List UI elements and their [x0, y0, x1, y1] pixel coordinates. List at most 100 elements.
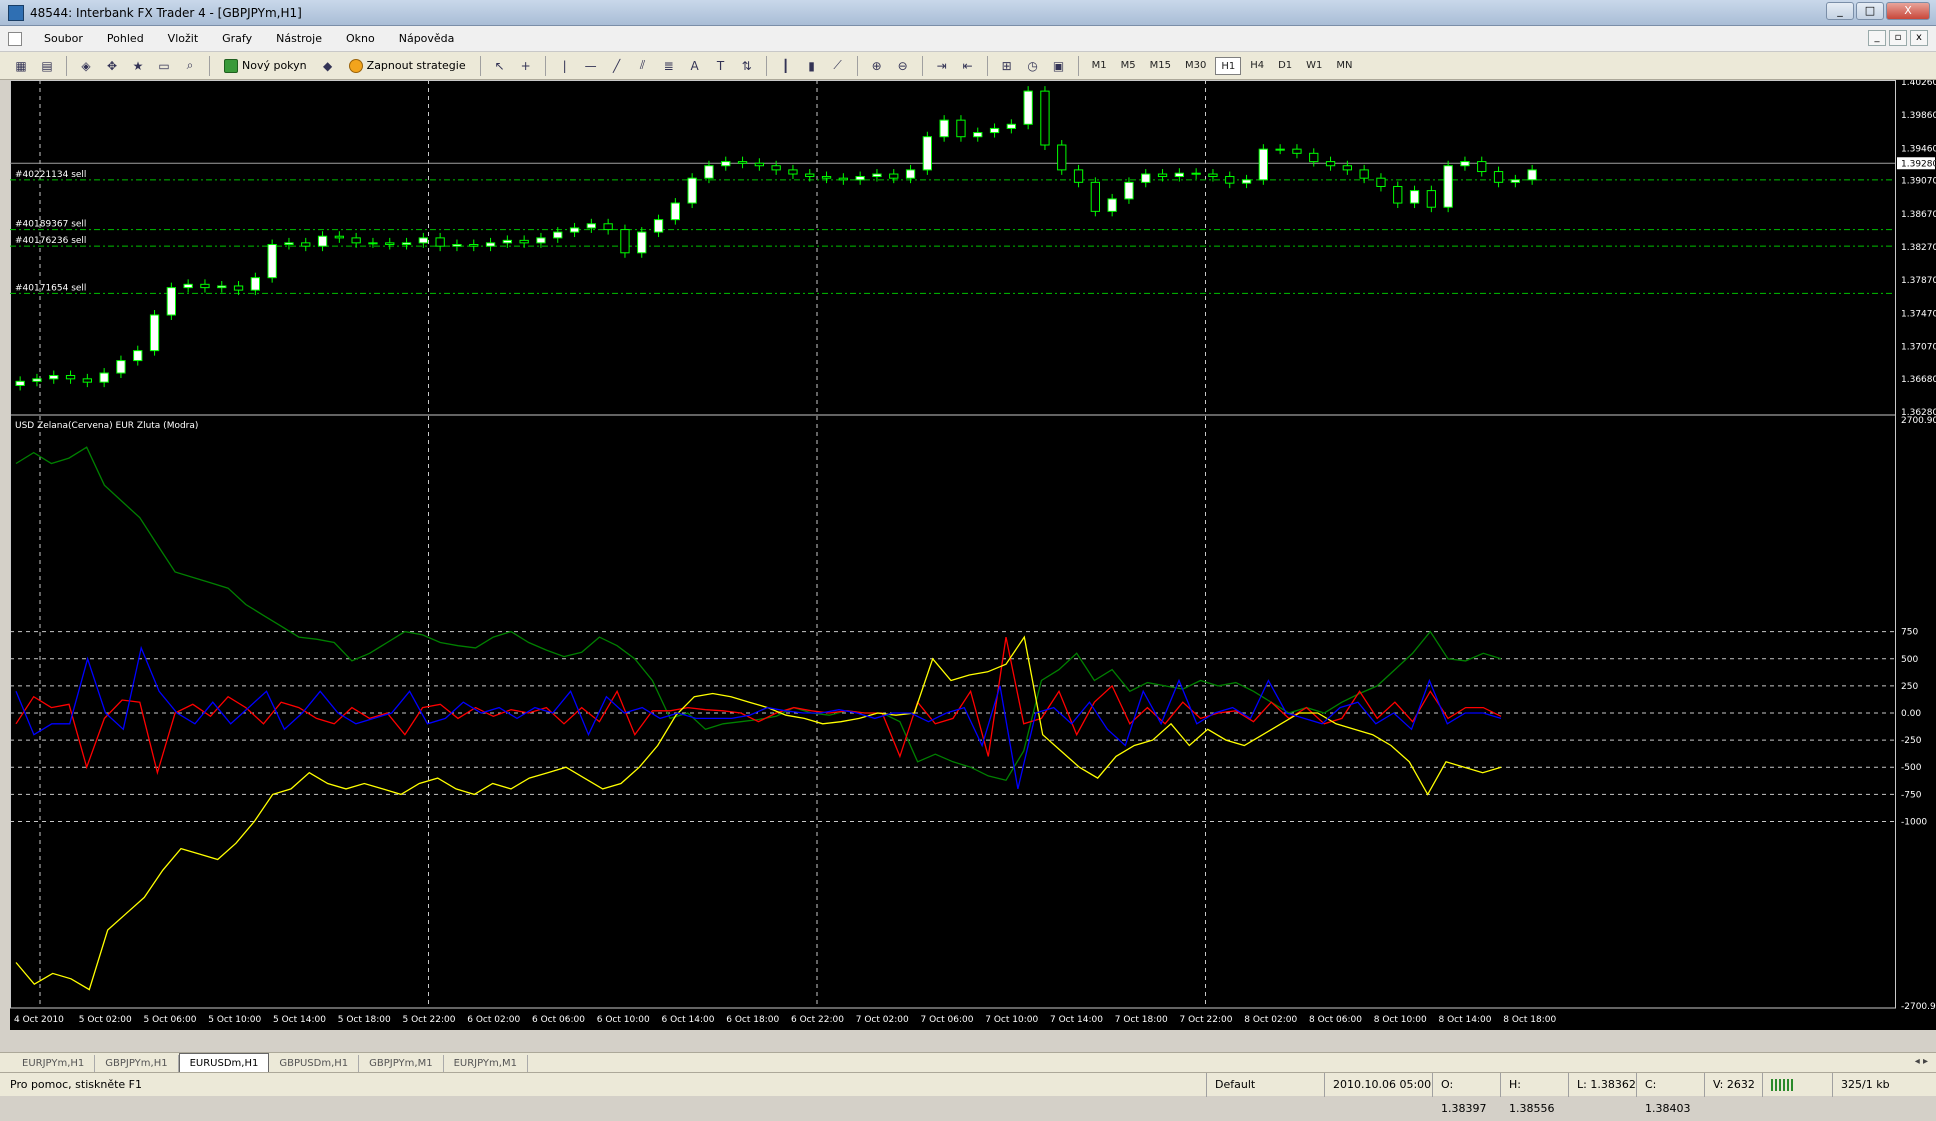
chart-shift-icon[interactable]: ⇤ [957, 55, 979, 77]
candle-body [670, 202, 681, 221]
candle-body [65, 375, 76, 380]
timeframe-d1[interactable]: D1 [1273, 57, 1297, 75]
timeframe-m30[interactable]: M30 [1180, 57, 1211, 75]
blue-series-line [15, 645, 1502, 790]
status-traffic: 325/1 kb [1832, 1073, 1932, 1097]
new-order-icon [224, 58, 238, 73]
mdi-close-button[interactable]: x [1910, 30, 1928, 46]
tab-gbpusdm-h1[interactable]: GBPUSDm,H1 [269, 1055, 360, 1072]
channel-icon[interactable]: ⫽ [632, 55, 654, 77]
candle-body [1376, 177, 1386, 187]
menu-vlozit[interactable]: Vložit [156, 32, 210, 45]
usd-series-line [15, 446, 1502, 782]
candle-body [838, 177, 849, 181]
time-tick-label: 6 Oct 10:00 [597, 1015, 650, 1025]
tab-gbpjpym-m1[interactable]: GBPJPYm,M1 [359, 1055, 444, 1072]
time-tick-label: 6 Oct 14:00 [662, 1015, 715, 1025]
arrows-icon[interactable]: ⇅ [736, 55, 758, 77]
navigator-icon[interactable]: ✥ [101, 55, 123, 77]
candle-body [1309, 152, 1319, 163]
menu-napoveda[interactable]: Nápověda [387, 32, 467, 45]
autoscroll-icon[interactable]: ⇥ [931, 55, 953, 77]
status-open: O: 1.38397 [1432, 1073, 1500, 1115]
zoom-in-icon[interactable]: ⊕ [866, 55, 888, 77]
bar-chart-icon[interactable]: ┃ [775, 55, 797, 77]
status-connection [1762, 1073, 1832, 1097]
new-chart-icon[interactable]: ▦ [10, 55, 32, 77]
candle-body [805, 173, 815, 178]
price-tick-label: 1.37870 [1901, 276, 1936, 286]
strategy-button[interactable]: Zapnout strategie [343, 55, 472, 77]
chart-canvas[interactable]: 4 Oct 2010 5 Oct 02:00 5 Oct 06:00 5 Oct 10… [10, 80, 1936, 1030]
timeframe-h1[interactable]: H1 [1215, 56, 1242, 75]
candle-body [183, 283, 193, 289]
candle-body [351, 237, 361, 244]
menu-bar: Soubor Pohled Vložit Grafy Nástroje Okno… [0, 26, 1936, 52]
chart-window[interactable]: 4 Oct 2010 5 Oct 02:00 5 Oct 06:00 5 Oct 10… [10, 80, 1936, 1030]
time-tick-label: 8 Oct 06:00 [1309, 1015, 1362, 1025]
menu-okno[interactable]: Okno [334, 32, 387, 45]
menu-soubor[interactable]: Soubor [32, 32, 95, 45]
candle-body [704, 165, 714, 179]
document-icon[interactable] [8, 31, 22, 46]
order-line-label: #40176236 sell [15, 236, 86, 246]
candle-body [1342, 165, 1352, 171]
candle-body [1359, 169, 1369, 179]
candle-body [973, 132, 983, 138]
close-button[interactable]: X [1886, 2, 1930, 20]
tab-gbpjpym-h1[interactable]: GBPJPYm,H1 [95, 1055, 179, 1072]
favorites-icon[interactable]: ★ [127, 55, 149, 77]
new-order-button[interactable]: Nový pokyn [218, 55, 313, 77]
tab-scroll-arrows[interactable]: ◂ ▸ [1915, 1056, 1928, 1067]
status-high: H: 1.38556 [1500, 1073, 1568, 1115]
text-icon[interactable]: A [684, 55, 706, 77]
horizontal-line-icon[interactable]: — [580, 55, 602, 77]
candle-body [1258, 148, 1268, 181]
zoom-out-icon[interactable]: ⊖ [892, 55, 914, 77]
cursor-icon[interactable]: ↖ [489, 55, 511, 77]
menu-nastroje[interactable]: Nástroje [264, 32, 334, 45]
candle-body [1157, 173, 1168, 178]
templates-icon[interactable]: ▣ [1048, 55, 1070, 77]
indicator-tick-label: -250 [1901, 736, 1922, 746]
periods-icon[interactable]: ◷ [1022, 55, 1044, 77]
timeframe-h4[interactable]: H4 [1245, 57, 1269, 75]
indicators-icon[interactable]: ⊞ [996, 55, 1018, 77]
timeframe-m15[interactable]: M15 [1145, 57, 1176, 75]
time-tick-label: 6 Oct 06:00 [532, 1015, 585, 1025]
label-icon[interactable]: T [710, 55, 732, 77]
mdi-minimize-button[interactable]: _ [1868, 30, 1886, 46]
menu-grafy[interactable]: Grafy [210, 32, 264, 45]
minimize-button[interactable]: _ [1826, 2, 1854, 20]
menu-pohled[interactable]: Pohled [95, 32, 156, 45]
fibo-icon[interactable]: ≣ [658, 55, 680, 77]
timeframe-mn[interactable]: MN [1331, 57, 1357, 75]
maximize-button[interactable]: □ [1856, 2, 1884, 20]
tab-eurjpym-m1[interactable]: EURJPYm,M1 [444, 1055, 528, 1072]
indicator-tick-label: 250 [1901, 682, 1918, 692]
mdi-restore-button[interactable]: ▫ [1889, 30, 1907, 46]
metaeditor-icon[interactable]: ◆ [317, 55, 339, 77]
trendline-icon[interactable]: ╱ [606, 55, 628, 77]
tab-eurusdm-h1[interactable]: EURUSDm,H1 [178, 1053, 270, 1072]
timeframe-m5[interactable]: M5 [1116, 57, 1141, 75]
candle-body [1393, 185, 1403, 204]
time-tick-label: 7 Oct 14:00 [1050, 1015, 1103, 1025]
candle-chart-icon[interactable]: ▮ [801, 55, 823, 77]
tab-eurjpym-h1[interactable]: EURJPYm,H1 [12, 1055, 96, 1072]
crosshair-icon[interactable]: + [515, 55, 537, 77]
line-chart-icon[interactable]: ⟋ [827, 55, 849, 77]
vertical-line-icon[interactable]: | [554, 55, 576, 77]
tester-icon[interactable]: ⌕ [179, 55, 201, 77]
strategy-label: Zapnout strategie [366, 59, 466, 72]
profiles-icon[interactable]: ▤ [36, 55, 58, 77]
price-tick-label: 1.40260 [1901, 80, 1936, 88]
candle-body [889, 173, 899, 179]
price-tick-label: 1.37070 [1901, 342, 1936, 352]
indicator-tick-label: 0.00 [1901, 709, 1921, 719]
terminal-icon[interactable]: ▭ [153, 55, 175, 77]
timeframe-m1[interactable]: M1 [1087, 57, 1112, 75]
market-watch-icon[interactable]: ◈ [75, 55, 97, 77]
timeframe-w1[interactable]: W1 [1301, 57, 1327, 75]
candle-body [536, 237, 546, 244]
